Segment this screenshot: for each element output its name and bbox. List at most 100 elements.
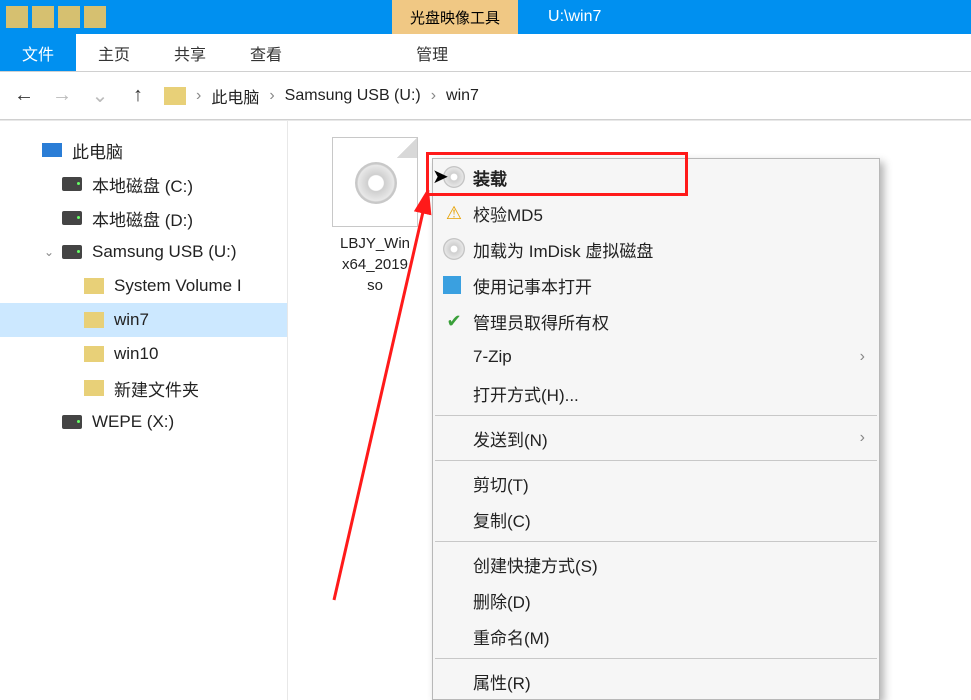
menu-separator	[435, 460, 877, 461]
nav-forward-button[interactable]: →	[50, 84, 74, 108]
shield-icon: ⚠	[443, 202, 465, 224]
tree-item-drive-d[interactable]: 本地磁盘 (D:)	[0, 201, 287, 235]
navigation-bar: ← → ⌄ ↑ › 此电脑 › Samsung USB (U:) › win7	[0, 72, 971, 120]
drive-icon	[62, 415, 82, 429]
tab-share[interactable]: 共享	[152, 34, 228, 71]
chevron-right-icon: ›	[269, 87, 274, 105]
window-title: U:\win7	[548, 8, 601, 26]
menu-item-cut[interactable]: 剪切(T)	[433, 465, 879, 501]
menu-item-delete[interactable]: 删除(D)	[433, 582, 879, 618]
menu-separator	[435, 415, 877, 416]
tab-manage[interactable]: 管理	[394, 34, 470, 71]
tree-label: 本地磁盘 (C:)	[92, 172, 193, 197]
folder-icon	[84, 346, 104, 362]
tree-item-wepe[interactable]: WEPE (X:)	[0, 405, 287, 439]
drive-icon	[62, 245, 82, 259]
file-item-iso[interactable]: LBJY_Win x64_2019 so	[320, 137, 430, 296]
tree-item-win7[interactable]: win7	[0, 303, 287, 337]
tree-label: 本地磁盘 (D:)	[92, 206, 193, 231]
navigation-tree[interactable]: 此电脑 本地磁盘 (C:) 本地磁盘 (D:) ⌄ Samsung USB (U:…	[0, 121, 288, 700]
tab-view[interactable]: 查看	[228, 34, 304, 71]
ribbon-tabs: 文件 主页 共享 查看 管理	[0, 34, 971, 72]
menu-item-properties[interactable]: 属性(R)	[433, 663, 879, 699]
contextual-tab-disc-tools[interactable]: 光盘映像工具	[392, 0, 518, 34]
nav-back-button[interactable]: ←	[12, 84, 36, 108]
menu-separator	[435, 541, 877, 542]
folder-icon	[84, 278, 104, 294]
menu-label: 重命名(M)	[473, 624, 549, 649]
disc-icon	[355, 162, 397, 204]
chevron-right-icon: ›	[196, 87, 201, 105]
menu-item-shortcut[interactable]: 创建快捷方式(S)	[433, 546, 879, 582]
tree-item-this-pc[interactable]: 此电脑	[0, 133, 287, 167]
menu-item-7zip[interactable]: 7-Zip ›	[433, 339, 879, 375]
nav-history-dropdown[interactable]: ⌄	[88, 84, 112, 108]
menu-label: 管理员取得所有权	[473, 309, 609, 334]
tree-item-drive-c[interactable]: 本地磁盘 (C:)	[0, 167, 287, 201]
tree-label: win10	[114, 344, 158, 364]
breadcrumb-segment[interactable]: win7	[446, 87, 479, 105]
task-icon[interactable]	[6, 6, 28, 28]
submenu-arrow-icon: ›	[860, 348, 865, 366]
task-icon[interactable]	[58, 6, 80, 28]
menu-label: 发送到(N)	[473, 426, 548, 451]
folder-icon	[164, 87, 186, 105]
tree-item-sysvol[interactable]: System Volume I	[0, 269, 287, 303]
menu-item-mount[interactable]: 装载	[433, 159, 879, 195]
menu-label: 打开方式(H)...	[473, 381, 579, 406]
folder-icon	[84, 312, 104, 328]
nav-up-button[interactable]: ↑	[126, 84, 150, 108]
file-name: LBJY_Win x64_2019 so	[320, 233, 430, 296]
menu-item-send-to[interactable]: 发送到(N) ›	[433, 420, 879, 456]
tree-item-win10[interactable]: win10	[0, 337, 287, 371]
menu-item-admin-own[interactable]: ✔ 管理员取得所有权	[433, 303, 879, 339]
tree-label: Samsung USB (U:)	[92, 242, 237, 262]
menu-label: 7-Zip	[473, 347, 512, 367]
task-icon[interactable]	[32, 6, 54, 28]
menu-label: 复制(C)	[473, 507, 531, 532]
drive-icon	[62, 211, 82, 225]
breadcrumb-segment[interactable]: 此电脑	[211, 84, 259, 108]
context-menu: 装载 ⚠ 校验MD5 加载为 ImDisk 虚拟磁盘 使用记事本打开 ✔ 管理员取得…	[432, 158, 880, 700]
chevron-down-icon[interactable]: ⌄	[44, 245, 54, 259]
menu-label: 使用记事本打开	[473, 273, 592, 298]
task-icon[interactable]	[84, 6, 106, 28]
breadcrumb-segment[interactable]: Samsung USB (U:)	[285, 87, 421, 105]
menu-label: 加载为 ImDisk 虚拟磁盘	[473, 237, 653, 262]
menu-label: 剪切(T)	[473, 471, 529, 496]
tree-label: 新建文件夹	[114, 376, 199, 401]
menu-item-rename[interactable]: 重命名(M)	[433, 618, 879, 654]
menu-item-notepad[interactable]: 使用记事本打开	[433, 267, 879, 303]
menu-item-open-with[interactable]: 打开方式(H)...	[433, 375, 879, 411]
breadcrumb[interactable]: › 此电脑 › Samsung USB (U:) › win7	[164, 84, 479, 108]
tab-home[interactable]: 主页	[76, 34, 152, 71]
menu-item-check-md5[interactable]: ⚠ 校验MD5	[433, 195, 879, 231]
file-thumbnail	[332, 137, 418, 227]
menu-label: 创建快捷方式(S)	[473, 552, 598, 577]
menu-item-copy[interactable]: 复制(C)	[433, 501, 879, 537]
pc-icon	[42, 143, 62, 157]
folder-icon	[84, 380, 104, 396]
tree-item-samsung-usb[interactable]: ⌄ Samsung USB (U:)	[0, 235, 287, 269]
chevron-right-icon: ›	[431, 87, 436, 105]
tree-label: 此电脑	[72, 138, 123, 163]
menu-separator	[435, 658, 877, 659]
tree-label: win7	[114, 310, 149, 330]
menu-label: 校验MD5	[473, 201, 543, 226]
menu-label: 删除(D)	[473, 588, 531, 613]
tab-file[interactable]: 文件	[0, 34, 76, 71]
menu-label: 装载	[473, 165, 507, 190]
title-bar: 光盘映像工具 U:\win7	[0, 0, 971, 34]
menu-label: 属性(R)	[473, 669, 531, 694]
submenu-arrow-icon: ›	[860, 429, 865, 447]
drive-icon	[62, 177, 82, 191]
notepad-icon	[443, 276, 461, 294]
taskbar-icons	[0, 6, 112, 28]
tree-item-newfolder[interactable]: 新建文件夹	[0, 371, 287, 405]
tree-label: WEPE (X:)	[92, 412, 174, 432]
shield-check-icon: ✔	[443, 310, 465, 332]
disc-icon	[443, 166, 465, 188]
disc-icon	[443, 238, 465, 260]
menu-item-imdisk[interactable]: 加载为 ImDisk 虚拟磁盘	[433, 231, 879, 267]
tree-label: System Volume I	[114, 276, 242, 296]
